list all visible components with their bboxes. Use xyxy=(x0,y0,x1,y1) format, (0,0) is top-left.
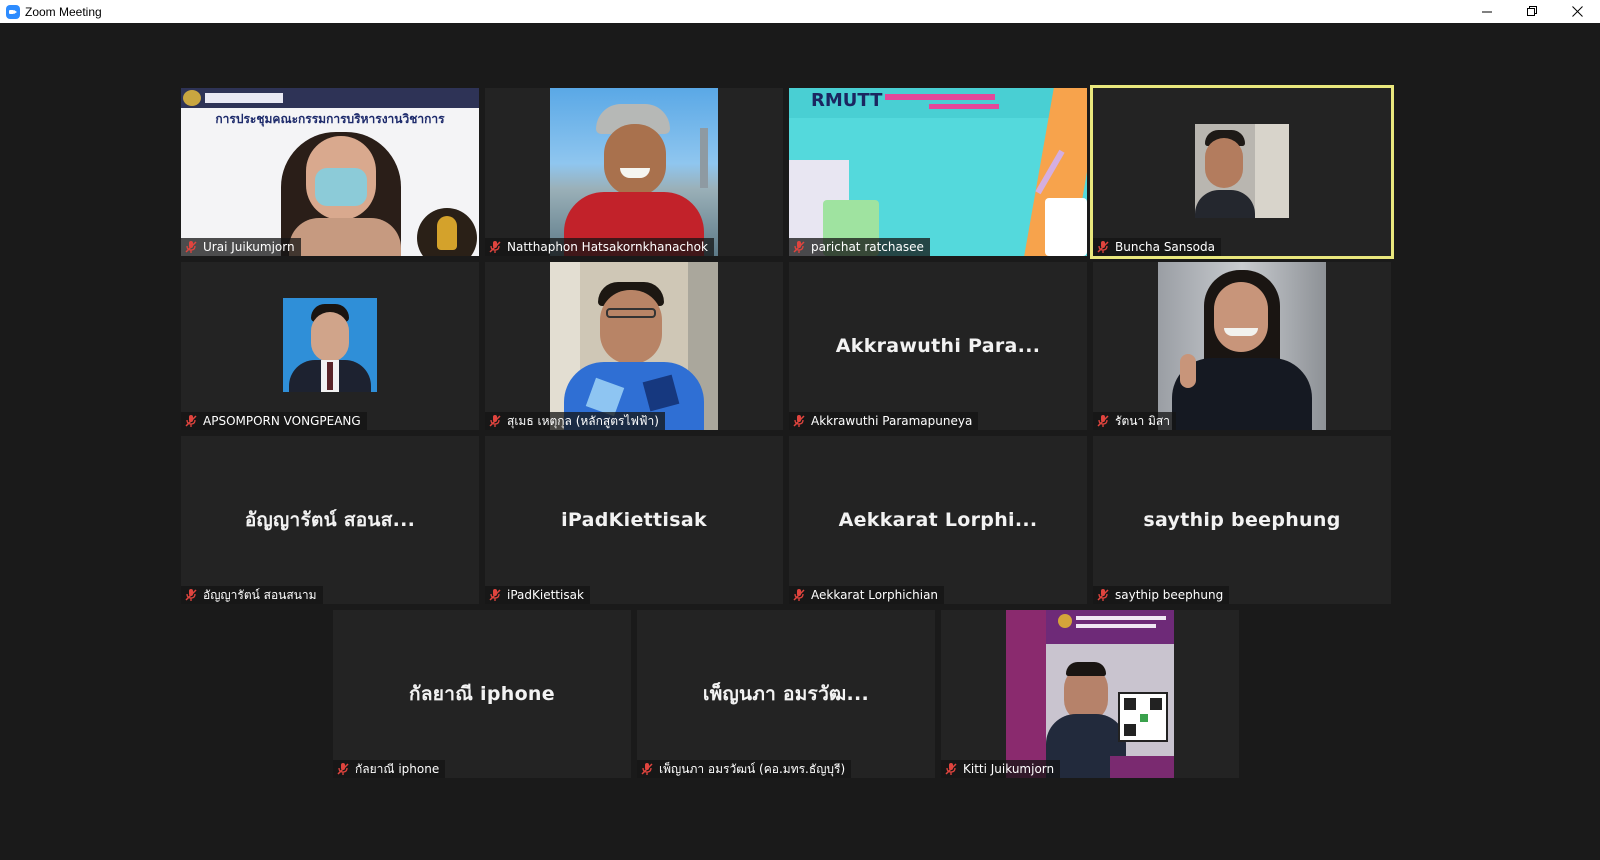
participant-nameplate: Natthaphon Hatsakornkhanachok xyxy=(485,238,714,256)
muted-mic-icon xyxy=(793,415,805,427)
participant-nameplate: Urai Juikumjorn xyxy=(181,238,301,256)
participant-name: Akkrawuthi Paramapuneya xyxy=(811,414,973,428)
participant-video xyxy=(1158,262,1326,430)
participant-display-name: อัญญารัตน์ สอนส... xyxy=(244,509,416,531)
participant-display-name: saythip beephung xyxy=(1143,509,1341,531)
participant-display-name: Aekkarat Lorphi... xyxy=(838,509,1038,531)
participant-name: Aekkarat Lorphichian xyxy=(811,588,939,602)
participant-name: กัลยาณี iphone xyxy=(355,761,440,776)
participant-nameplate: สุเมธ เหตุกุล (หลักสูตรไฟฟ้า) xyxy=(485,412,665,430)
participant-display-name: iPadKiettisak xyxy=(561,509,707,531)
participant-tile[interactable]: สุเมธ เหตุกุล (หลักสูตรไฟฟ้า) xyxy=(485,262,783,430)
participant-nameplate: เพ็ญนภา อมรวัฒน์ (คอ.มทร.ธัญบุรี) xyxy=(637,760,852,778)
participant-name: Urai Juikumjorn xyxy=(203,240,295,254)
participant-video xyxy=(550,88,718,256)
participant-nameplate: กัลยาณี iphone xyxy=(333,760,446,778)
participant-video xyxy=(1195,124,1289,218)
window-controls xyxy=(1465,0,1600,23)
restore-button[interactable] xyxy=(1510,0,1555,23)
participant-nameplate: Buncha Sansoda xyxy=(1093,238,1221,256)
muted-mic-icon xyxy=(489,415,501,427)
participant-tile[interactable]: กัลยาณี iphone กัลยาณี iphone xyxy=(333,610,631,778)
close-button[interactable] xyxy=(1555,0,1600,23)
muted-mic-icon xyxy=(945,763,957,775)
participant-nameplate: Aekkarat Lorphichian xyxy=(789,586,945,604)
muted-mic-icon xyxy=(793,589,805,601)
participant-tile[interactable]: การประชุมคณะกรรมการบริหารงานวิชาการ Urai… xyxy=(181,88,479,256)
participant-tile[interactable]: เพ็ญนภา อมรวัฒ... เพ็ญนภา อมรวัฒน์ (คอ.ม… xyxy=(637,610,935,778)
restore-icon xyxy=(1527,6,1537,16)
muted-mic-icon xyxy=(185,241,197,253)
participant-name: Kitti Juikumjorn xyxy=(963,762,1055,776)
muted-mic-icon xyxy=(1097,589,1109,601)
participant-nameplate: iPadKiettisak xyxy=(485,586,590,604)
participant-video: RMUTT xyxy=(789,88,1087,256)
muted-mic-icon xyxy=(1097,241,1109,253)
participant-name: เพ็ญนภา อมรวัฒน์ (คอ.มทร.ธัญบุรี) xyxy=(659,761,846,776)
participant-video xyxy=(283,298,377,392)
zoom-app-icon xyxy=(6,4,20,19)
participant-tile[interactable]: Natthaphon Hatsakornkhanachok xyxy=(485,88,783,256)
participant-nameplate: Akkrawuthi Paramapuneya xyxy=(789,412,979,430)
muted-mic-icon xyxy=(1097,415,1109,427)
participant-tile[interactable]: saythip beephung saythip beephung xyxy=(1093,436,1391,604)
participant-video: การประชุมคณะกรรมการบริหารงานวิชาการ xyxy=(181,88,479,256)
participant-tile[interactable]: iPadKiettisak iPadKiettisak xyxy=(485,436,783,604)
participant-tile[interactable]: รัตนา มิสา xyxy=(1093,262,1391,430)
muted-mic-icon xyxy=(641,763,653,775)
minimize-icon xyxy=(1482,11,1492,13)
participant-name: APSOMPORN VONGPEANG xyxy=(203,414,361,428)
participant-tile[interactable]: Akkrawuthi Para... Akkrawuthi Paramapune… xyxy=(789,262,1087,430)
gallery-view: การประชุมคณะกรรมการบริหารงานวิชาการ Urai… xyxy=(2,23,1598,860)
muted-mic-icon xyxy=(185,415,197,427)
participant-display-name: กัลยาณี iphone xyxy=(409,683,555,705)
minimize-button[interactable] xyxy=(1465,0,1510,23)
window-titlebar: Zoom Meeting xyxy=(0,0,1600,23)
slide-logo-text: RMUTT xyxy=(811,90,883,111)
close-icon xyxy=(1572,6,1583,17)
participant-display-name: Akkrawuthi Para... xyxy=(835,335,1041,357)
muted-mic-icon xyxy=(489,241,501,253)
participant-tile-active-speaker[interactable]: Buncha Sansoda xyxy=(1090,85,1394,259)
participant-nameplate: APSOMPORN VONGPEANG xyxy=(181,412,367,430)
participant-video xyxy=(1006,610,1174,778)
participant-tile[interactable]: อัญญารัตน์ สอนส... อัญญารัตน์ สอนสนาม xyxy=(181,436,479,604)
participant-name: saythip beephung xyxy=(1115,588,1224,602)
participant-nameplate: อัญญารัตน์ สอนสนาม xyxy=(181,586,323,604)
participant-name: รัตนา มิสา xyxy=(1115,413,1170,428)
participant-display-name: เพ็ญนภา อมรวัฒ... xyxy=(702,683,870,705)
participant-nameplate: saythip beephung xyxy=(1093,586,1230,604)
participant-name: Buncha Sansoda xyxy=(1115,240,1215,254)
participant-nameplate: รัตนา มิสา xyxy=(1093,412,1176,430)
participant-video xyxy=(550,262,718,430)
muted-mic-icon xyxy=(489,589,501,601)
muted-mic-icon xyxy=(185,589,197,601)
slide-title: การประชุมคณะกรรมการบริหารงานวิชาการ xyxy=(215,112,445,126)
participant-tile[interactable]: Aekkarat Lorphi... Aekkarat Lorphichian xyxy=(789,436,1087,604)
muted-mic-icon xyxy=(337,763,349,775)
participant-nameplate: Kitti Juikumjorn xyxy=(941,760,1061,778)
participant-name: สุเมธ เหตุกุล (หลักสูตรไฟฟ้า) xyxy=(507,413,659,428)
participant-tile[interactable]: RMUTT parichat ratchasee xyxy=(789,88,1087,256)
participant-name: Natthaphon Hatsakornkhanachok xyxy=(507,240,708,254)
muted-mic-icon xyxy=(793,241,805,253)
participant-nameplate: parichat ratchasee xyxy=(789,238,930,256)
participant-tile[interactable]: Kitti Juikumjorn xyxy=(941,610,1239,778)
participant-name: อัญญารัตน์ สอนสนาม xyxy=(203,587,317,602)
participant-name: parichat ratchasee xyxy=(811,240,924,254)
participant-tile[interactable]: APSOMPORN VONGPEANG xyxy=(181,262,479,430)
window-title: Zoom Meeting xyxy=(25,4,102,19)
participant-name: iPadKiettisak xyxy=(507,588,584,602)
